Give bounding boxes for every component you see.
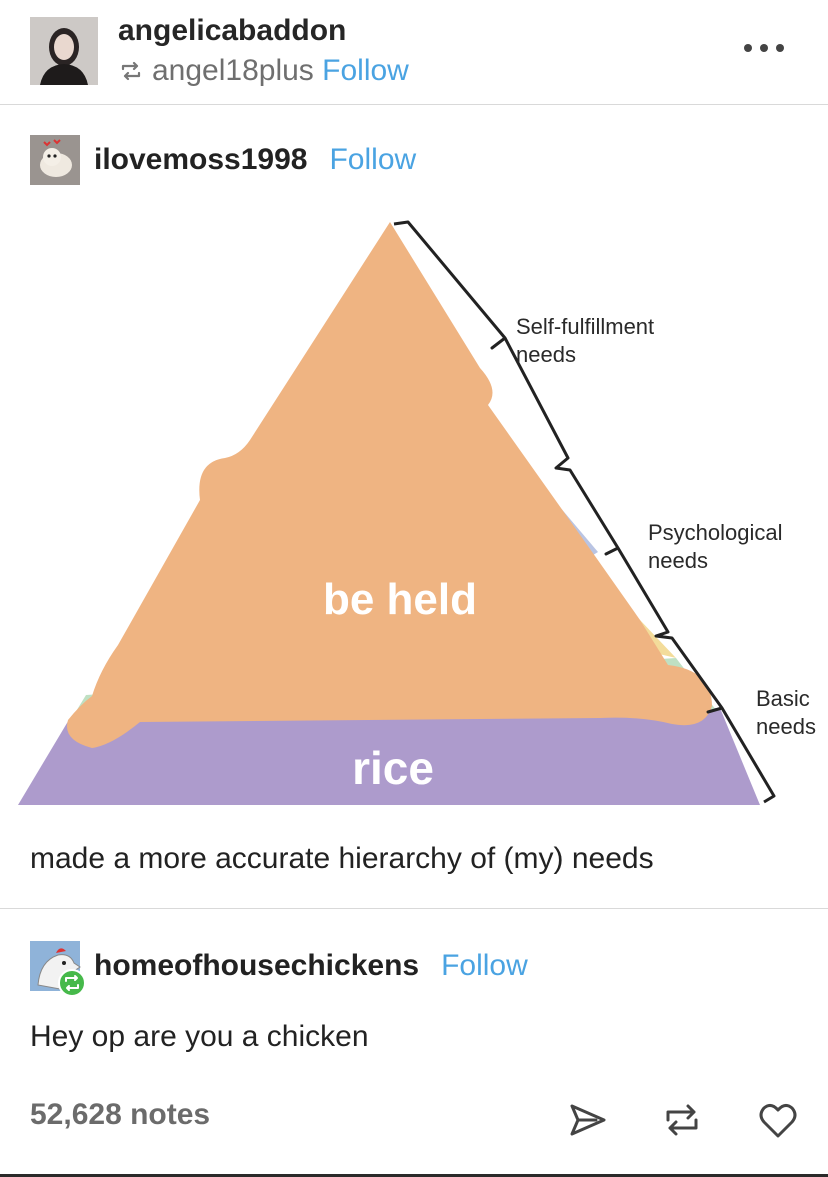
chicken-avatar-icon [30,941,86,997]
annotation-psychological-2: needs [648,548,708,573]
avatar-portrait-icon [30,17,98,85]
needs-pyramid-image: be held rice Self-fulfillment needs Psyc… [18,220,816,805]
divider [0,104,828,105]
reblogged-from-name[interactable]: angel18plus [152,54,314,88]
reply-avatar[interactable] [30,941,86,997]
reblog-small-icon [121,61,141,81]
divider [0,908,828,909]
annotation-self-fulfillment-2: needs [516,342,576,367]
post-caption: made a more accurate hierarchy of (my) n… [30,842,654,875]
original-post-author: ilovemoss1998 Follow [30,134,416,186]
reblog-icon[interactable] [660,1098,704,1142]
avatar[interactable] [30,17,98,85]
reply-author: homeofhousechickens Follow [30,938,528,997]
annotation-self-fulfillment-1: Self-fulfillment [516,314,654,339]
reply-follow-button[interactable]: Follow [441,949,528,983]
reply-text: Hey op are you a chicken [30,1020,369,1053]
pyramid-peach-scribble [67,222,712,748]
follow-button[interactable]: Follow [322,54,409,88]
annotation-psychological-1: Psychological [648,520,783,545]
post-header: angelicabaddon angel18plus Follow [0,0,828,104]
heart-icon[interactable] [756,1098,800,1142]
pyramid-top-label: be held [323,575,477,624]
plush-toy-icon [30,135,80,185]
pyramid-bottom-label: rice [352,742,434,794]
share-icon[interactable] [566,1098,610,1142]
op-avatar[interactable] [30,135,80,185]
notes-count[interactable]: 52,628 notes [30,1098,210,1132]
op-username[interactable]: ilovemoss1998 [94,143,307,177]
more-icon[interactable] [742,38,786,58]
annotation-basic-1: Basic [756,686,810,711]
annotation-basic-2: needs [756,714,816,739]
op-follow-button[interactable]: Follow [329,143,416,177]
blog-name[interactable]: angelicabaddon [118,14,346,48]
reply-username[interactable]: homeofhousechickens [94,949,419,983]
reblog-source: angel18plus Follow [118,54,409,88]
